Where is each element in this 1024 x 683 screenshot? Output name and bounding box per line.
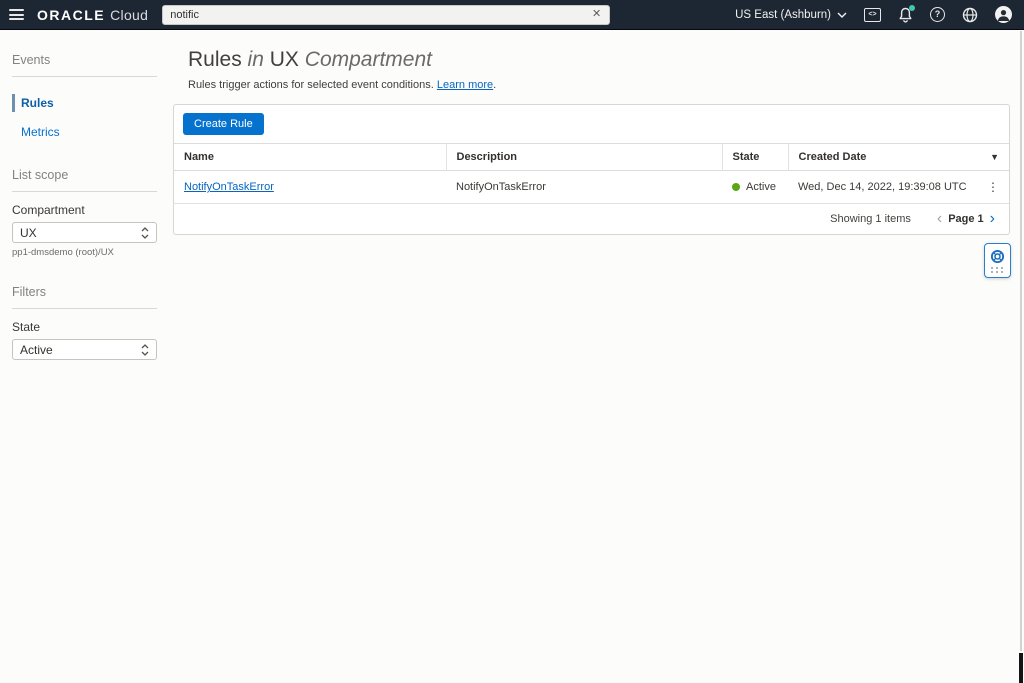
rule-name-link[interactable]: NotifyOnTaskError: [184, 181, 274, 193]
rules-table-card: Create Rule Name Description State Creat…: [173, 104, 1010, 235]
column-header-description[interactable]: Description: [446, 143, 723, 171]
page-title: Rules in UX Compartment: [188, 48, 1010, 72]
lifesaver-icon: [990, 249, 1005, 263]
divider: [12, 76, 157, 77]
subtitle-period: .: [493, 79, 497, 91]
compartment-path: pp1-dmsdemo (root)/UX: [12, 247, 114, 258]
oracle-cloud-logo[interactable]: ORACLE Cloud: [37, 7, 148, 23]
chevron-down-icon: [837, 12, 847, 18]
close-icon[interactable]: ✕: [591, 9, 602, 20]
page-subtitle: Rules trigger actions for selected event…: [188, 79, 1010, 91]
column-header-state[interactable]: State: [722, 143, 789, 171]
sidebar-heading-events: Events: [12, 53, 51, 67]
divider: [12, 308, 157, 309]
pagination: ‹ Page 1 ›: [933, 211, 999, 227]
learn-more-link[interactable]: Learn more: [437, 79, 493, 91]
language-button[interactable]: [962, 7, 978, 23]
sidebar: Events Rules Metrics List scope Compartm…: [0, 31, 170, 360]
developer-tools-button[interactable]: <>: [864, 7, 881, 22]
brand-cloud: Cloud: [110, 6, 149, 23]
row-actions-menu[interactable]: ⋮: [977, 170, 1009, 204]
sidebar-heading-list-scope: List scope: [12, 168, 69, 182]
compartment-select[interactable]: UX: [12, 222, 157, 243]
kebab-icon: ⋮: [987, 180, 999, 194]
compartment-label: Compartment: [12, 203, 85, 217]
title-in: in: [247, 48, 264, 71]
column-header-name[interactable]: Name: [174, 143, 447, 171]
drag-handle-icon[interactable]: [991, 266, 1004, 273]
table-toolbar: Create Rule: [174, 105, 1009, 143]
main-content: Rules in UX Compartment Rules trigger ac…: [170, 31, 1024, 683]
cell-created-date: Wed, Dec 14, 2022, 19:39:08 UTC: [788, 170, 977, 204]
region-selector[interactable]: US East (Ashburn): [735, 9, 847, 21]
rules-table: Name Description State Created Date ▼ No…: [174, 143, 1009, 204]
notification-badge: [909, 4, 915, 11]
developer-tools-icon: <>: [864, 7, 881, 22]
divider: [12, 191, 157, 192]
brand-oracle: ORACLE: [37, 6, 106, 23]
showing-items-text: Showing 1 items: [830, 213, 911, 225]
profile-button[interactable]: [995, 6, 1012, 23]
select-caret-icon: [141, 343, 149, 356]
status-badge: Active: [746, 181, 776, 193]
column-header-created-date[interactable]: Created Date: [788, 143, 977, 171]
sidebar-heading-filters: Filters: [12, 285, 47, 299]
title-rules: Rules: [188, 48, 242, 71]
page-next-icon[interactable]: ›: [986, 211, 999, 227]
title-ux: UX: [269, 48, 299, 71]
region-label: US East (Ashburn): [735, 8, 831, 21]
help-icon: ?: [930, 7, 945, 22]
sidebar-item-rules[interactable]: Rules: [12, 94, 157, 112]
select-caret-icon: [141, 226, 149, 239]
support-widget[interactable]: [984, 243, 1011, 278]
page-indicator: Page 1: [948, 213, 984, 225]
events-nav: Rules Metrics: [12, 94, 157, 141]
status-dot: [732, 183, 740, 191]
title-compartment: Compartment: [304, 48, 432, 71]
cell-name: NotifyOnTaskError: [174, 170, 446, 204]
menu-icon[interactable]: [9, 9, 24, 20]
compartment-value: UX: [20, 225, 37, 240]
created-date-label: Created Date: [798, 151, 867, 163]
create-rule-button[interactable]: Create Rule: [183, 113, 264, 135]
notifications-button[interactable]: [898, 4, 915, 23]
right-edge-line: [1020, 31, 1022, 651]
sort-desc-icon[interactable]: ▼: [990, 152, 999, 162]
help-button[interactable]: ?: [930, 7, 945, 22]
topbar: ORACLE Cloud ✕ US East (Ashburn) <> ?: [0, 0, 1024, 30]
page-prev-icon[interactable]: ‹: [933, 211, 946, 227]
list-scope-section: List scope Compartment UX pp1-dmsdemo (r…: [12, 168, 157, 258]
globe-icon: [962, 7, 978, 22]
sidebar-item-metrics[interactable]: Metrics: [12, 123, 157, 141]
table-footer: Showing 1 items ‹ Page 1 ›: [174, 204, 1009, 234]
column-header-actions: ▼: [977, 143, 1009, 171]
state-filter-select[interactable]: Active: [12, 339, 157, 360]
state-filter-label: State: [12, 320, 41, 334]
state-filter-value: Active: [20, 342, 53, 357]
filters-section: Filters State Active: [12, 285, 157, 360]
table-header-row: Name Description State Created Date ▼: [174, 143, 1009, 171]
topbar-actions: US East (Ashburn) <> ?: [735, 4, 1012, 23]
subtitle-text: Rules trigger actions for selected event…: [188, 79, 434, 91]
right-edge-corner: [1019, 653, 1023, 683]
global-search: ✕: [162, 4, 611, 25]
title-block: Rules in UX Compartment Rules trigger ac…: [188, 48, 1010, 91]
profile-icon: [995, 6, 1012, 23]
cell-state: Active: [722, 170, 788, 204]
search-input[interactable]: [170, 8, 591, 21]
cell-description: NotifyOnTaskError: [446, 170, 722, 204]
table-row: NotifyOnTaskError NotifyOnTaskError Acti…: [174, 170, 1009, 204]
